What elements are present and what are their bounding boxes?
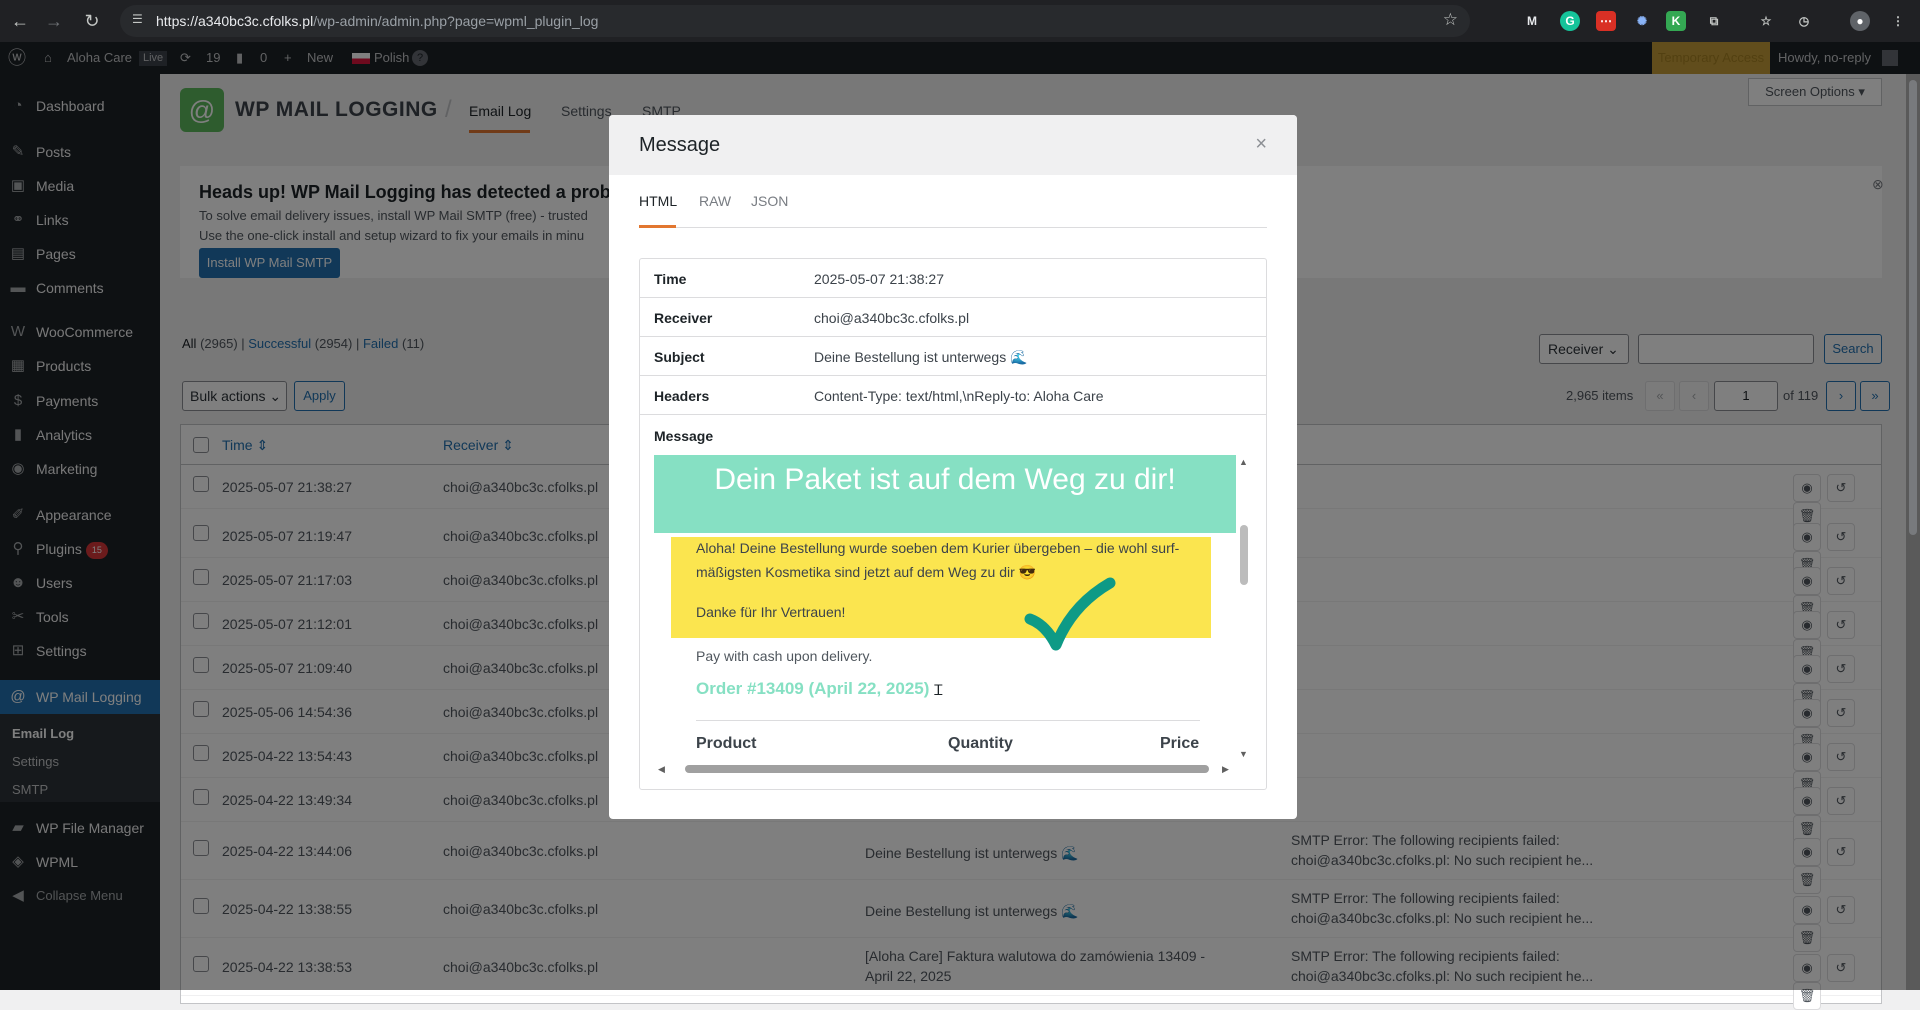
email-col-price: Price (1160, 735, 1200, 752)
url-text: https://a340bc3c.cfolks.pl/wp-admin/admi… (156, 13, 599, 29)
text-cursor-icon: Ꮖ (934, 682, 944, 698)
horizontal-scroll-thumb[interactable] (685, 765, 1209, 773)
address-bar[interactable]: ☰ https://a340bc3c.cfolks.pl/wp-admin/ad… (120, 5, 1470, 37)
detail-row-headers: Headers Content-Type: text/html,\nReply-… (640, 376, 1266, 415)
email-col-product: Product (696, 735, 757, 752)
preview-vertical-scrollbar[interactable] (1236, 455, 1252, 761)
menu-kebab-icon[interactable]: ⋮ (1888, 11, 1908, 31)
tab-json[interactable]: JSON (751, 193, 788, 209)
email-payment-note: Pay with cash upon delivery. (696, 648, 873, 664)
close-icon[interactable]: × (1255, 133, 1267, 156)
detail-message-label: Message (654, 428, 714, 444)
detail-subject-value: Deine Bestellung ist unterwegs 🌊 (814, 349, 1028, 365)
email-yellow-box: Aloha! Deine Bestellung wurde soeben dem… (671, 537, 1211, 638)
email-banner: Dein Paket ist auf dem Weg zu dir! (654, 455, 1236, 533)
tab-raw[interactable]: RAW (699, 193, 731, 209)
browser-toolbar: ← → ↻ ☰ https://a340bc3c.cfolks.pl/wp-ad… (0, 0, 1920, 42)
tabs-divider (639, 227, 1267, 228)
detail-receiver-value: choi@a340bc3c.cfolks.pl (814, 310, 970, 326)
message-details: Time 2025-05-07 21:38:27 Receiver choi@a… (639, 258, 1267, 790)
email-order-heading: Order #13409 (April 22, 2025) (696, 679, 930, 698)
scroll-right-arrow-icon[interactable]: ▶ (1222, 764, 1229, 775)
extension-red-icon[interactable]: ⋯ (1596, 11, 1616, 31)
checkmark-icon (1024, 577, 1116, 651)
bookmark-star-icon[interactable]: ☆ (1443, 10, 1458, 30)
modal-header: Message × (609, 115, 1297, 175)
bookmarks-icon[interactable]: ☆ (1756, 11, 1776, 31)
email-intro-line-1: Aloha! Deine Bestellung wurde soeben dem… (696, 540, 1180, 556)
scroll-up-arrow-icon[interactable]: ▲ (1239, 457, 1248, 467)
detail-row-time: Time 2025-05-07 21:38:27 (640, 259, 1266, 298)
modal-title: Message (639, 134, 721, 156)
message-modal: Message × HTML RAW JSON Time 2025-05-07 … (609, 115, 1297, 819)
extension-gear-icon[interactable]: ✺ (1632, 11, 1652, 31)
site-info-icon[interactable]: ☰ (132, 12, 150, 30)
detail-row-subject: Subject Deine Bestellung ist unterwegs 🌊 (640, 337, 1266, 376)
email-order-divider (696, 720, 1200, 721)
profile-avatar[interactable]: ● (1850, 11, 1870, 31)
detail-row-receiver: Receiver choi@a340bc3c.cfolks.pl (640, 298, 1266, 337)
reload-icon[interactable]: ↻ (80, 9, 104, 33)
grammarly-icon[interactable]: G (1560, 11, 1580, 31)
detail-headers-value: Content-Type: text/html,\nReply-to: Aloh… (814, 388, 1104, 404)
active-tab-indicator (639, 225, 676, 228)
tab-html[interactable]: HTML (639, 193, 677, 209)
back-icon[interactable]: ← (8, 9, 32, 33)
forward-icon[interactable]: → (42, 9, 66, 33)
detail-time-value: 2025-05-07 21:38:27 (814, 271, 944, 287)
email-html-preview[interactable]: Dein Paket ist auf dem Weg zu dir! Aloha… (654, 455, 1252, 777)
email-col-quantity: Quantity (948, 735, 1013, 752)
vertical-scroll-thumb[interactable] (1240, 525, 1248, 585)
extension-m-icon[interactable]: M (1522, 11, 1542, 31)
extension-k-icon[interactable]: K (1666, 11, 1686, 31)
history-icon[interactable]: ◷ (1794, 11, 1814, 31)
scroll-down-arrow-icon[interactable]: ▼ (1239, 749, 1248, 759)
extensions-puzzle-icon[interactable]: ⧉ (1704, 11, 1724, 31)
scroll-left-arrow-icon[interactable]: ◀ (658, 764, 665, 775)
page-scroll-thumb[interactable] (1909, 80, 1917, 535)
